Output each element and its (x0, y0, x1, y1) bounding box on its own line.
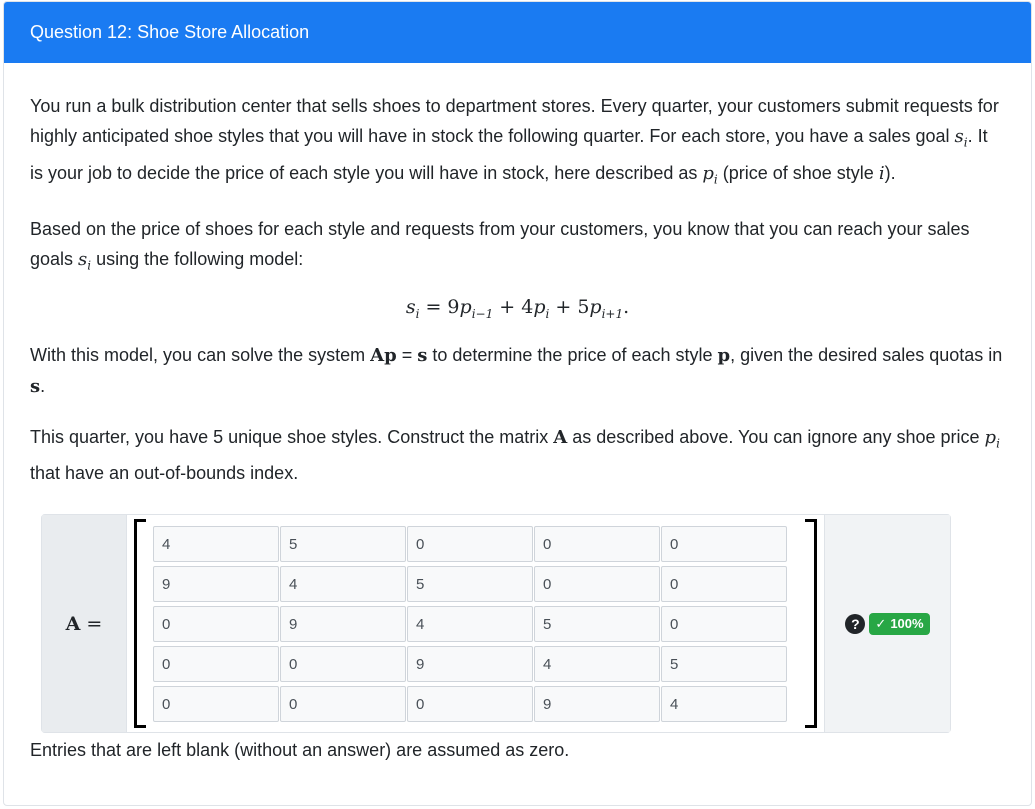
model-paragraph: Based on the price of shoes for each sty… (30, 219, 970, 273)
matrix-cell[interactable]: 0 (407, 686, 533, 722)
system-paragraph: With this model, you can solve the syste… (30, 344, 1003, 397)
question-title: Question 12: Shoe Store Allocation (30, 22, 310, 42)
matrix-cell[interactable]: 0 (661, 566, 787, 602)
matrix-cell[interactable]: 5 (280, 526, 406, 562)
matrix-cell[interactable]: 0 (153, 646, 279, 682)
matrix-cell[interactable]: 0 (280, 646, 406, 682)
matrix-cell[interactable]: 0 (661, 606, 787, 642)
intro-paragraph: You run a bulk distribution center that … (30, 96, 999, 187)
matrix-cell[interactable]: 0 (407, 526, 533, 562)
matrix-cell[interactable]: 0 (534, 526, 660, 562)
matrix-cell[interactable]: 0 (153, 686, 279, 722)
matrix-cell[interactable]: 0 (153, 606, 279, 642)
question-body: You run a bulk distribution center that … (4, 63, 1031, 488)
matrix-area: 4 5 0 0 0 9 4 5 0 0 0 9 4 5 0 0 0 9 4 5 (127, 515, 825, 732)
matrix-cell[interactable]: 4 (153, 526, 279, 562)
matrix-cell[interactable]: 4 (280, 566, 406, 602)
right-bracket (805, 519, 817, 728)
question-header: Question 12: Shoe Store Allocation (4, 2, 1031, 63)
matrix-cell[interactable]: 4 (534, 646, 660, 682)
question-card: Question 12: Shoe Store Allocation You r… (3, 1, 1032, 806)
matrix-cell[interactable]: 0 (661, 526, 787, 562)
question-help-icon[interactable]: ? (845, 613, 866, 634)
matrix-cell[interactable]: 9 (280, 606, 406, 642)
matrix-cell[interactable]: 4 (661, 686, 787, 722)
matrix-cell[interactable]: 9 (407, 646, 533, 682)
matrix-cell[interactable]: 0 (534, 566, 660, 602)
score-value: 100% (890, 616, 924, 631)
blank-entries-note: Entries that are left blank (without an … (30, 740, 570, 760)
matrix-cell[interactable]: 0 (280, 686, 406, 722)
matrix-cell[interactable]: 4 (407, 606, 533, 642)
check-icon: ✓ (875, 615, 887, 631)
matrix-cell[interactable]: 5 (407, 566, 533, 602)
matrix-input-group: A = 4 5 0 0 0 9 4 5 0 0 0 9 4 5 0 0 0 9 … (41, 514, 951, 733)
task-paragraph: This quarter, you have 5 unique shoe sty… (30, 426, 1000, 484)
matrix-cell[interactable]: 9 (153, 566, 279, 602)
matrix-cell[interactable]: 9 (534, 686, 660, 722)
left-bracket (134, 519, 146, 728)
model-equation: si = 9pi−1 + 4pi + 5pi+1. (405, 295, 630, 321)
matrix-grid: 4 5 0 0 0 9 4 5 0 0 0 9 4 5 0 0 0 9 4 5 (153, 526, 787, 722)
score-badge: ✓ 100% (869, 612, 930, 635)
matrix-label: A = (42, 515, 127, 732)
matrix-cell[interactable]: 5 (534, 606, 660, 642)
matrix-cell[interactable]: 5 (661, 646, 787, 682)
result-area: ? ✓ 100% (825, 515, 950, 732)
